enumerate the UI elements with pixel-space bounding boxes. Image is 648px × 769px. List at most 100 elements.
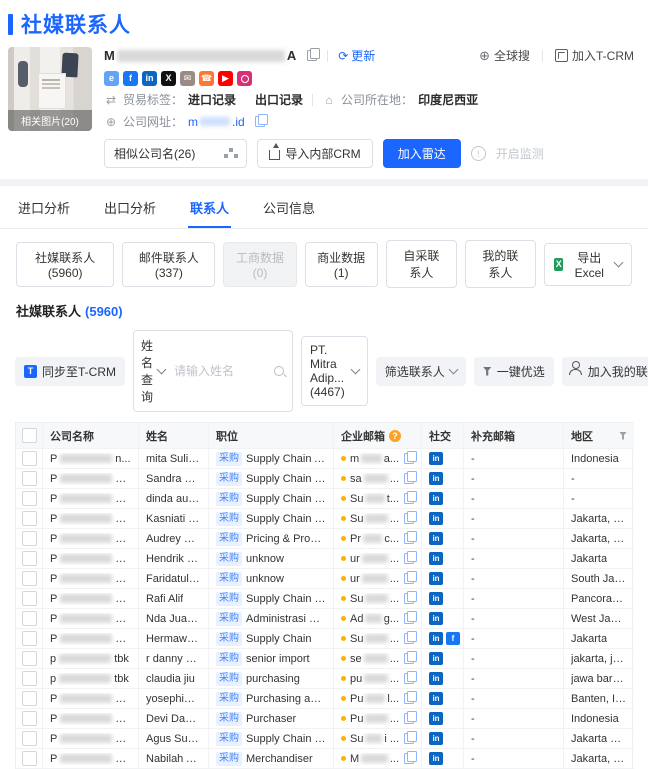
row-checkbox[interactable] (21, 471, 37, 486)
company-name-link[interactable]: P a ... (50, 533, 131, 545)
join-radar-button[interactable]: 加入雷达 (382, 139, 461, 168)
linkedin-icon[interactable]: in (429, 732, 443, 745)
filter-chip-2[interactable]: 工商数据(0) (223, 241, 297, 287)
row-checkbox[interactable] (21, 651, 37, 666)
row-checkbox[interactable] (21, 711, 37, 726)
linkedin-icon[interactable]: in (429, 652, 443, 665)
copy-email-icon[interactable] (404, 591, 417, 604)
copy-email-icon[interactable] (404, 551, 417, 564)
linkedin-icon[interactable]: in (429, 632, 443, 645)
facebook-icon[interactable]: f (446, 632, 460, 645)
linkedin-icon[interactable]: in (429, 572, 443, 585)
row-checkbox[interactable] (21, 691, 37, 706)
linkedin-icon[interactable]: in (429, 712, 443, 725)
linkedin-icon[interactable]: in (429, 612, 443, 625)
copy-email-icon[interactable] (404, 511, 417, 524)
linkedin-icon[interactable]: in (429, 592, 443, 605)
company-name-link[interactable]: P a,... (50, 473, 131, 485)
phone-icon[interactable]: ☎ (199, 71, 214, 86)
copy-email-icon[interactable] (404, 711, 417, 724)
similar-companies-button[interactable]: 相似公司名(26) (104, 139, 248, 168)
website-icon[interactable]: e (104, 71, 119, 86)
copy-company-name-icon[interactable] (307, 48, 321, 61)
join-tcrm-button[interactable]: 加入T-CRM (555, 47, 634, 64)
select-all-checkbox[interactable] (21, 428, 37, 443)
row-checkbox[interactable] (21, 451, 37, 466)
copy-email-icon[interactable] (404, 471, 417, 484)
x-icon[interactable]: X (161, 71, 176, 86)
row-checkbox[interactable] (21, 751, 37, 766)
company-name-link[interactable]: P a ... (50, 693, 131, 705)
tab-0[interactable]: 进口分析 (16, 186, 72, 228)
filter-chip-5[interactable]: 我的联系人 (464, 240, 536, 288)
update-button[interactable]: ⟳ 更新 (338, 47, 375, 64)
filter-contacts-dropdown[interactable]: 筛选联系人 (375, 356, 466, 386)
linkedin-icon[interactable]: in (429, 452, 443, 465)
copy-email-icon[interactable] (404, 451, 417, 464)
row-checkbox[interactable] (21, 611, 37, 626)
linkedin-icon[interactable]: in (429, 552, 443, 565)
company-filter-dropdown[interactable]: PT. Mitra Adip...(4467) (301, 336, 368, 406)
import-records-link[interactable]: 进口记录 (188, 91, 236, 108)
company-name-link[interactable]: P a ... (50, 573, 131, 585)
linkedin-icon[interactable]: in (429, 692, 443, 705)
linkedin-icon[interactable]: in (142, 71, 157, 86)
company-name-link[interactable]: P a ... (50, 713, 131, 725)
row-checkbox[interactable] (21, 511, 37, 526)
copy-email-icon[interactable] (404, 611, 417, 624)
row-checkbox[interactable] (21, 731, 37, 746)
copy-email-icon[interactable] (404, 691, 417, 704)
company-name-link[interactable]: p tbk (50, 653, 129, 665)
website-link[interactable]: m .id (188, 115, 245, 129)
company-name-link[interactable]: P n... (50, 453, 131, 465)
company-name-link[interactable]: P a ... (50, 753, 131, 765)
row-checkbox[interactable] (21, 531, 37, 546)
linkedin-icon[interactable]: in (429, 532, 443, 545)
company-name-link[interactable]: P a ... (50, 493, 131, 505)
company-name-link[interactable]: P a ... (50, 733, 131, 745)
copy-email-icon[interactable] (404, 631, 417, 644)
company-name-link[interactable]: P a ... (50, 593, 131, 605)
company-name-link[interactable]: P a ... (50, 513, 131, 525)
company-name-link[interactable]: p tbk (50, 673, 129, 685)
company-name-link[interactable]: P a ... (50, 553, 131, 565)
sync-tcrm-button[interactable]: T 同步至T-CRM (15, 356, 125, 386)
copy-email-icon[interactable] (404, 671, 417, 684)
global-search-button[interactable]: ⊕ 全球搜 (479, 47, 530, 64)
row-checkbox[interactable] (21, 591, 37, 606)
copy-email-icon[interactable] (404, 651, 417, 664)
name-search-input[interactable] (172, 358, 273, 384)
copy-url-icon[interactable] (254, 114, 268, 127)
company-name-link[interactable]: P a ... (50, 633, 131, 645)
youtube-icon[interactable]: ▶ (218, 71, 233, 86)
copy-email-icon[interactable] (404, 731, 417, 744)
one-click-optimize-button[interactable]: 一键优选 (473, 356, 554, 386)
mail-icon[interactable]: ✉ (180, 71, 195, 86)
copy-email-icon[interactable] (404, 531, 417, 544)
copy-email-icon[interactable] (404, 751, 417, 764)
export-records-link[interactable]: 出口记录 (255, 91, 303, 108)
tab-3[interactable]: 公司信息 (261, 186, 317, 228)
name-query-dropdown[interactable]: 姓名查询 (134, 331, 172, 411)
filter-chip-4[interactable]: 自采联系人 (385, 240, 457, 288)
company-name-link[interactable]: P a,... (50, 613, 131, 625)
region-filter-icon[interactable] (619, 431, 627, 440)
search-icon[interactable] (274, 366, 285, 376)
export-excel-button[interactable]: X 导出 Excel (543, 242, 632, 286)
company-photo[interactable]: 相关图片(20) (8, 47, 92, 131)
linkedin-icon[interactable]: in (429, 492, 443, 505)
linkedin-icon[interactable]: in (429, 512, 443, 525)
tab-2[interactable]: 联系人 (188, 186, 232, 228)
row-checkbox[interactable] (21, 491, 37, 506)
copy-email-icon[interactable] (404, 571, 417, 584)
linkedin-icon[interactable]: in (429, 752, 443, 765)
instagram-icon[interactable] (237, 71, 252, 86)
linkedin-icon[interactable]: in (429, 672, 443, 685)
filter-chip-3[interactable]: 商业数据(1) (304, 241, 378, 287)
copy-email-icon[interactable] (404, 491, 417, 504)
linkedin-icon[interactable]: in (429, 472, 443, 485)
enable-monitor-button[interactable]: 开启监测 (496, 145, 544, 162)
filter-chip-0[interactable]: 社媒联系人(5960) (16, 241, 115, 287)
tab-1[interactable]: 出口分析 (102, 186, 158, 228)
info-icon[interactable]: ! (470, 146, 486, 161)
